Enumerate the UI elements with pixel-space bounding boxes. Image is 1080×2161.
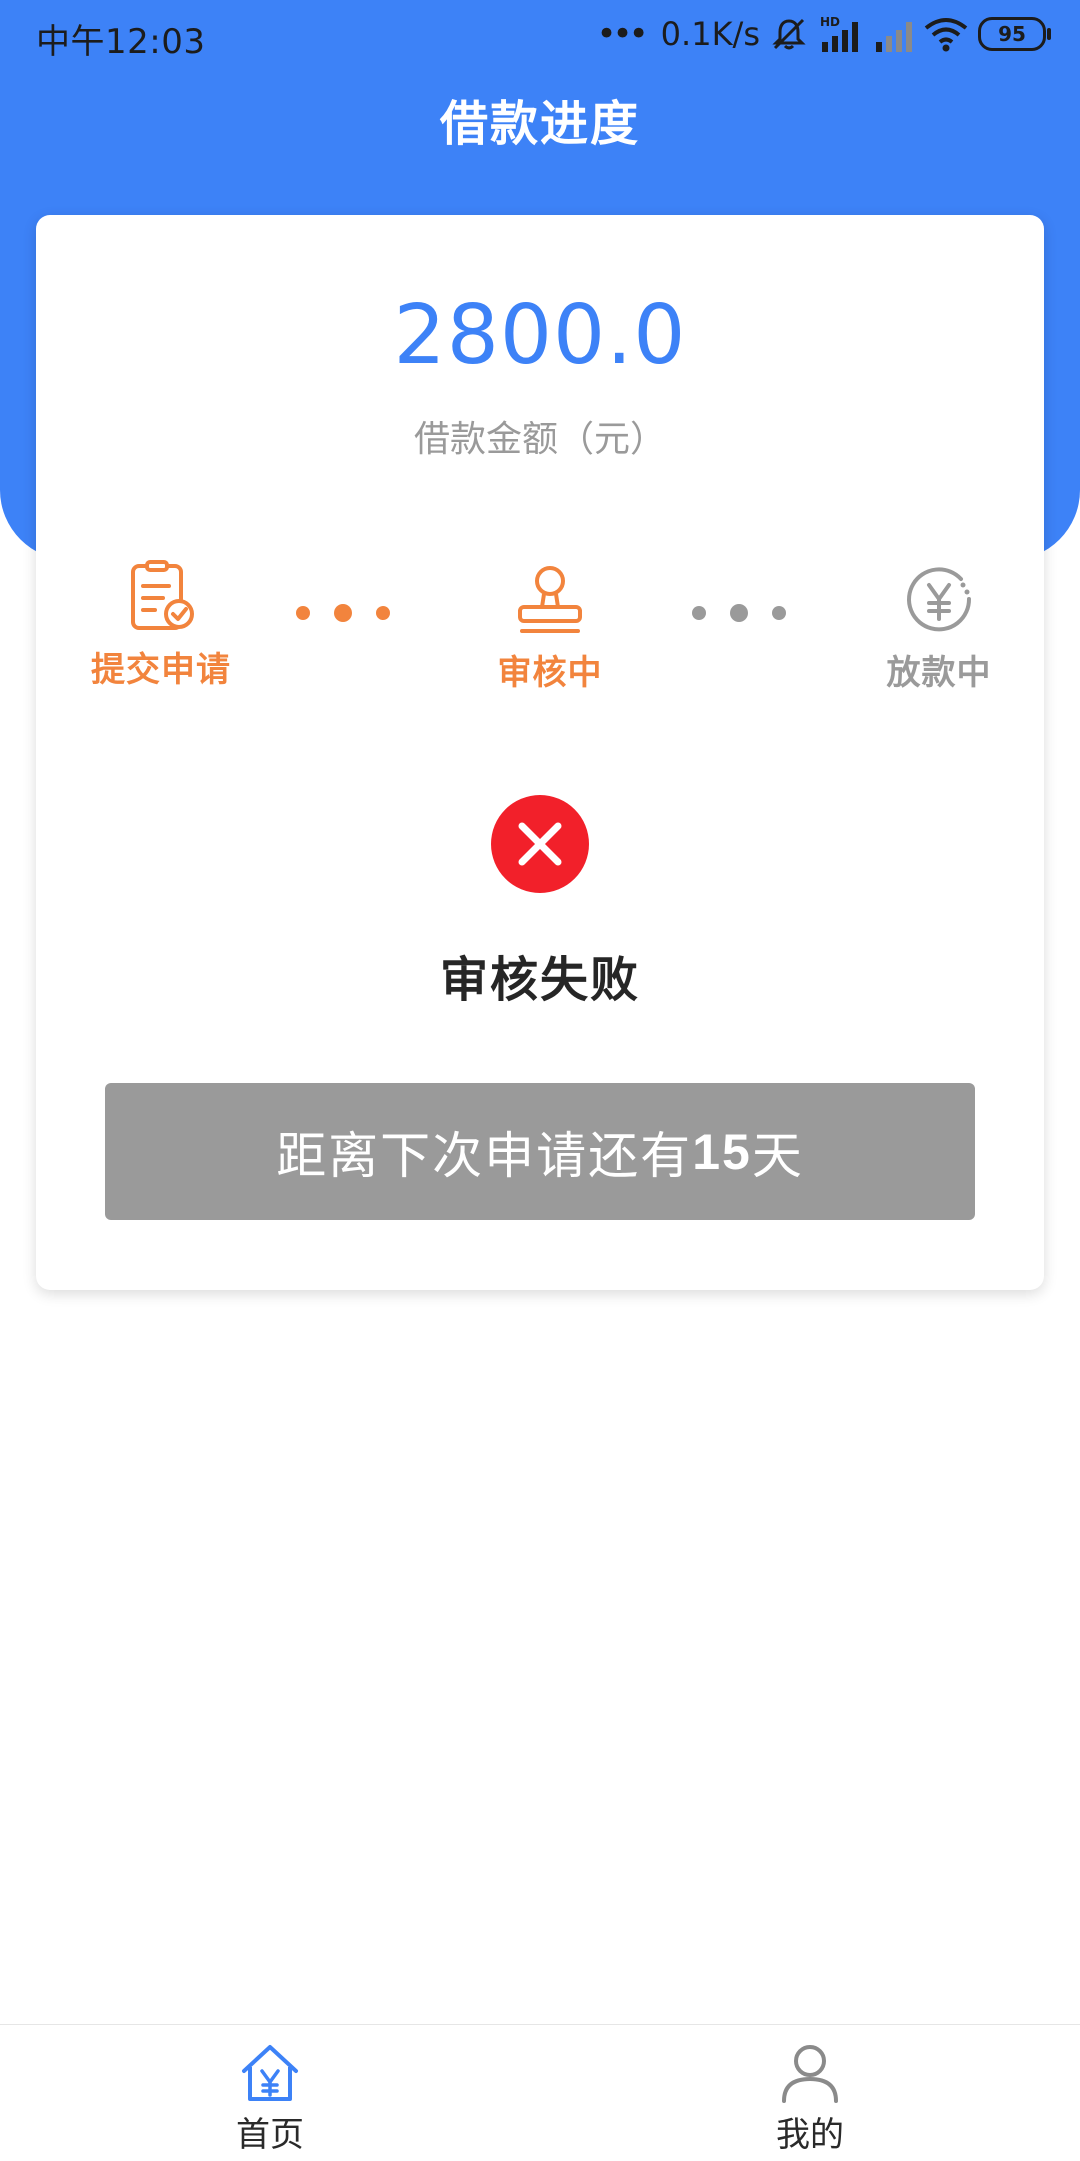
- mute-bell-icon: [770, 15, 808, 53]
- step-review: 审核中: [455, 563, 645, 694]
- nav-home-label: 首页: [236, 2115, 304, 2155]
- signal-weak-icon: [874, 14, 914, 54]
- network-speed: 0.1K/s: [660, 15, 760, 53]
- wifi-icon: [924, 16, 968, 52]
- svg-text:HD: HD: [820, 15, 840, 29]
- loan-amount: 2800.0: [393, 288, 687, 383]
- nav-mine[interactable]: 我的: [710, 2041, 910, 2156]
- status-time: 中午12:03: [36, 22, 206, 62]
- status-bar: 中午12:03 ••• 0.1K/s HD 95: [0, 0, 1080, 70]
- close-circle-icon: [491, 795, 589, 893]
- next-apply-suffix: 天: [751, 1127, 804, 1184]
- bottom-nav: 首页 我的: [0, 2024, 1080, 2161]
- nav-mine-label: 我的: [776, 2115, 844, 2155]
- network-dots: •••: [596, 14, 649, 54]
- step-disbursing: 放款中: [844, 563, 1034, 694]
- nav-home[interactable]: 首页: [170, 2041, 370, 2156]
- next-apply-days: 15: [692, 1123, 752, 1180]
- step-submit-label: 提交申请: [91, 650, 231, 690]
- loan-amount-label: 借款金额（元）: [413, 419, 666, 460]
- stamp-icon: [455, 563, 645, 639]
- page-title: 借款进度: [439, 96, 640, 152]
- home-yuan-icon: [170, 2041, 370, 2105]
- step-connector-1: [293, 598, 393, 628]
- battery-indicator: 95: [978, 17, 1051, 51]
- step-disbursing-label: 放款中: [886, 653, 992, 693]
- step-connector-2: [689, 598, 789, 628]
- document-check-icon: [66, 560, 256, 636]
- status-icons: ••• 0.1K/s HD 95: [596, 12, 1051, 56]
- loan-progress-card: 2800.0 借款金额（元） 提交申请 审核中 放款中 审核失败 距离下次申请还…: [36, 215, 1044, 1290]
- step-submit: 提交申请: [66, 560, 256, 691]
- step-review-label: 审核中: [497, 653, 603, 693]
- signal-hd-icon: HD: [818, 14, 864, 54]
- next-apply-prefix: 距离下次申请还有: [276, 1127, 693, 1184]
- review-status-text: 审核失败: [439, 952, 640, 1008]
- next-apply-button[interactable]: 距离下次申请还有 15 天: [105, 1083, 975, 1220]
- user-icon: [710, 2041, 910, 2105]
- yuan-clock-icon: [844, 563, 1034, 639]
